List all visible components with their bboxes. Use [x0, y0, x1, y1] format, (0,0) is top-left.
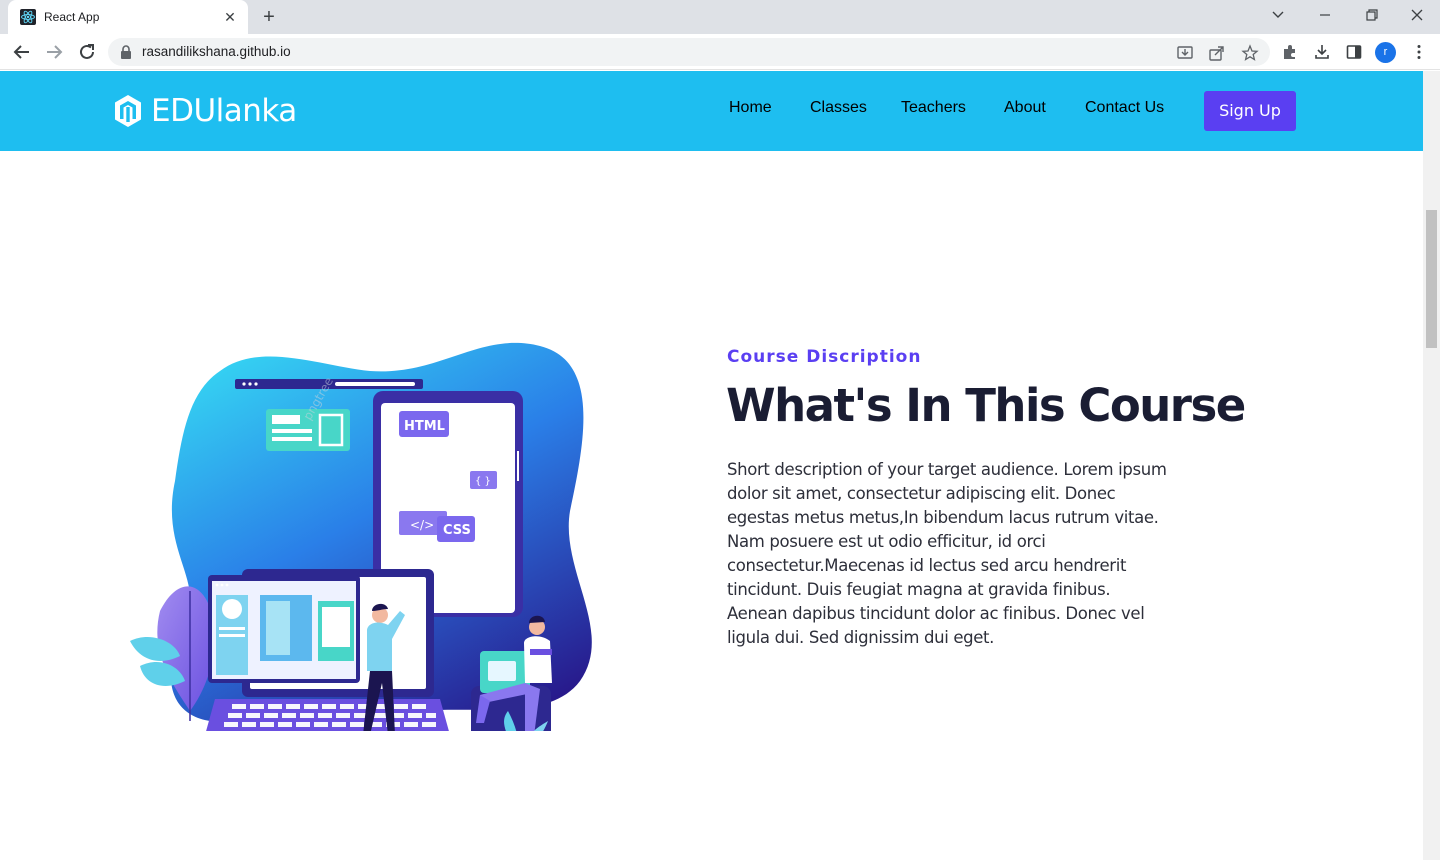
braces-badge: { }	[475, 476, 491, 487]
react-favicon-icon	[20, 9, 36, 25]
page-scrollbar[interactable]	[1423, 71, 1440, 860]
more-menu-icon[interactable]	[1410, 43, 1428, 61]
restore-icon[interactable]	[1356, 4, 1386, 26]
bookmark-star-icon[interactable]	[1241, 44, 1259, 62]
downloads-icon[interactable]	[1313, 43, 1331, 61]
new-tab-button[interactable]: +	[258, 7, 280, 29]
course-eyebrow: Course Discription	[727, 347, 922, 367]
nav-link-about[interactable]: About	[1004, 99, 1046, 117]
browser-toolbar: rasandilikshana.github.io r	[0, 34, 1440, 70]
brand-name: EDUlanka	[151, 93, 297, 129]
extensions-puzzle-icon[interactable]	[1281, 43, 1299, 61]
tab-search-chevron-icon[interactable]	[1263, 4, 1293, 26]
back-arrow-icon[interactable]	[10, 40, 34, 64]
install-app-icon[interactable]	[1176, 44, 1194, 62]
page-heading: What's In This Course	[726, 379, 1246, 432]
nav-link-home[interactable]: Home	[729, 99, 772, 117]
close-window-icon[interactable]	[1402, 4, 1432, 26]
css-badge: CSS	[443, 523, 471, 538]
course-description: Short description of your target audienc…	[727, 460, 1167, 647]
browser-tab[interactable]: React App ✕	[8, 0, 248, 34]
profile-avatar[interactable]: r	[1375, 42, 1396, 63]
code-label: </>	[410, 518, 434, 532]
minimize-icon[interactable]	[1310, 4, 1340, 26]
nav-link-contact[interactable]: Contact Us	[1085, 99, 1164, 117]
side-panel-icon[interactable]	[1345, 43, 1363, 61]
signup-button[interactable]: Sign Up	[1204, 91, 1296, 131]
page-viewport: EDUlanka Home Classes Teachers About Con…	[0, 71, 1423, 860]
course-illustration: </> HTML { } CSS pngtree	[130, 342, 592, 731]
reload-icon[interactable]	[75, 40, 99, 64]
brand-logo-icon	[115, 95, 141, 127]
tab-title: React App	[44, 10, 100, 24]
address-bar[interactable]: rasandilikshana.github.io	[108, 38, 1270, 66]
browser-tabstrip: React App ✕ +	[0, 0, 1440, 34]
nav-link-teachers[interactable]: Teachers	[901, 99, 966, 117]
url-text[interactable]: rasandilikshana.github.io	[142, 44, 291, 59]
share-icon[interactable]	[1208, 44, 1226, 62]
lock-icon[interactable]	[120, 45, 132, 59]
tab-close-icon[interactable]: ✕	[222, 9, 238, 25]
site-header: EDUlanka Home Classes Teachers About Con…	[0, 71, 1423, 151]
scrollbar-thumb[interactable]	[1426, 210, 1437, 348]
html-badge: HTML	[404, 419, 445, 434]
nav-link-classes[interactable]: Classes	[810, 99, 867, 117]
forward-arrow-icon[interactable]	[42, 40, 66, 64]
brand[interactable]: EDUlanka	[113, 93, 297, 129]
